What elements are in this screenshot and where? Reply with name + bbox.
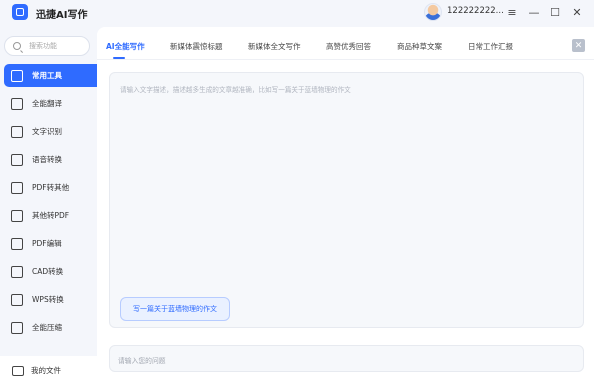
- tab-fulltext[interactable]: 新媒体全文写作: [248, 41, 301, 52]
- cad-icon: [11, 265, 23, 278]
- divider: [97, 59, 594, 60]
- prompt-textarea[interactable]: 请输入文字描述，描述越多生成的文章越准确，比如写一篇关于蓝墙物理的作文 写一篇关…: [109, 72, 584, 328]
- my-files-button[interactable]: 我的文件: [0, 356, 97, 385]
- tab-top-answers[interactable]: 高赞优秀回答: [326, 41, 371, 52]
- user-name[interactable]: 122222222...: [447, 6, 504, 16]
- tab-work-report[interactable]: 日常工作汇报: [468, 41, 513, 52]
- main-panel: AI全能写作 新媒体震惊标题 新媒体全文写作 高赞优秀回答 商品种草文案 日常工…: [97, 27, 594, 385]
- search-placeholder: 搜索功能: [29, 42, 57, 50]
- minimize-icon[interactable]: —: [525, 3, 543, 21]
- question-input[interactable]: 请输入您的问题: [109, 345, 584, 372]
- sidebar-item-label: 文字识别: [32, 127, 62, 136]
- search-input[interactable]: 搜索功能: [4, 36, 90, 56]
- translate-icon: [11, 97, 23, 110]
- compress-icon: [11, 321, 23, 334]
- folder-icon: [12, 365, 24, 376]
- sidebar-item-label: WPS转换: [32, 295, 64, 304]
- ocr-icon: [11, 125, 23, 138]
- app-title: 迅捷AI写作: [36, 10, 88, 21]
- sidebar-item-label: PDF转其他: [32, 183, 70, 192]
- pdf-icon: [11, 181, 23, 194]
- question-placeholder: 请输入您的问题: [118, 357, 166, 365]
- search-icon: [13, 42, 21, 50]
- my-files-label: 我的文件: [31, 366, 61, 375]
- prompt-placeholder: 请输入文字描述，描述越多生成的文章越准确，比如写一篇关于蓝墙物理的作文: [120, 86, 351, 94]
- sidebar-item-label: 语音转换: [32, 155, 62, 164]
- panel-close-icon[interactable]: ✕: [572, 39, 585, 52]
- sidebar-item-label: 其他转PDF: [32, 211, 70, 220]
- toolbox-icon: [11, 69, 23, 82]
- sidebar-item-label: 全能压缩: [32, 323, 62, 332]
- sidebar-item-label: CAD转换: [32, 267, 64, 276]
- tab-bar: AI全能写作 新媒体震惊标题 新媒体全文写作 高赞优秀回答 商品种草文案 日常工…: [97, 35, 594, 59]
- voice-icon: [11, 153, 23, 166]
- suggestion-button[interactable]: 写一篇关于蓝墙物理的作文: [120, 297, 230, 321]
- close-icon[interactable]: ✕: [568, 3, 586, 21]
- title-bar: 迅捷AI写作 122222222... ≡ — ☐ ✕: [0, 0, 594, 27]
- pdf-edit-icon: [11, 237, 23, 250]
- tab-ai-writing[interactable]: AI全能写作: [106, 41, 145, 52]
- sidebar-item-label: PDF编辑: [32, 239, 62, 248]
- menu-icon[interactable]: ≡: [503, 3, 521, 21]
- maximize-icon[interactable]: ☐: [546, 3, 564, 21]
- sidebar-item-label: 全能翻译: [32, 99, 62, 108]
- sidebar: 搜索功能 常用工具 全能翻译 文字识别 语音转换 PDF转其他 其他转PDF P…: [0, 27, 118, 385]
- user-avatar[interactable]: [424, 3, 442, 21]
- app-logo-icon: [12, 4, 28, 20]
- tab-headline[interactable]: 新媒体震惊标题: [170, 41, 223, 52]
- tab-product-copy[interactable]: 商品种草文案: [397, 41, 442, 52]
- sidebar-item-label: 常用工具: [32, 71, 62, 80]
- to-pdf-icon: [11, 209, 23, 222]
- wps-icon: [11, 293, 23, 306]
